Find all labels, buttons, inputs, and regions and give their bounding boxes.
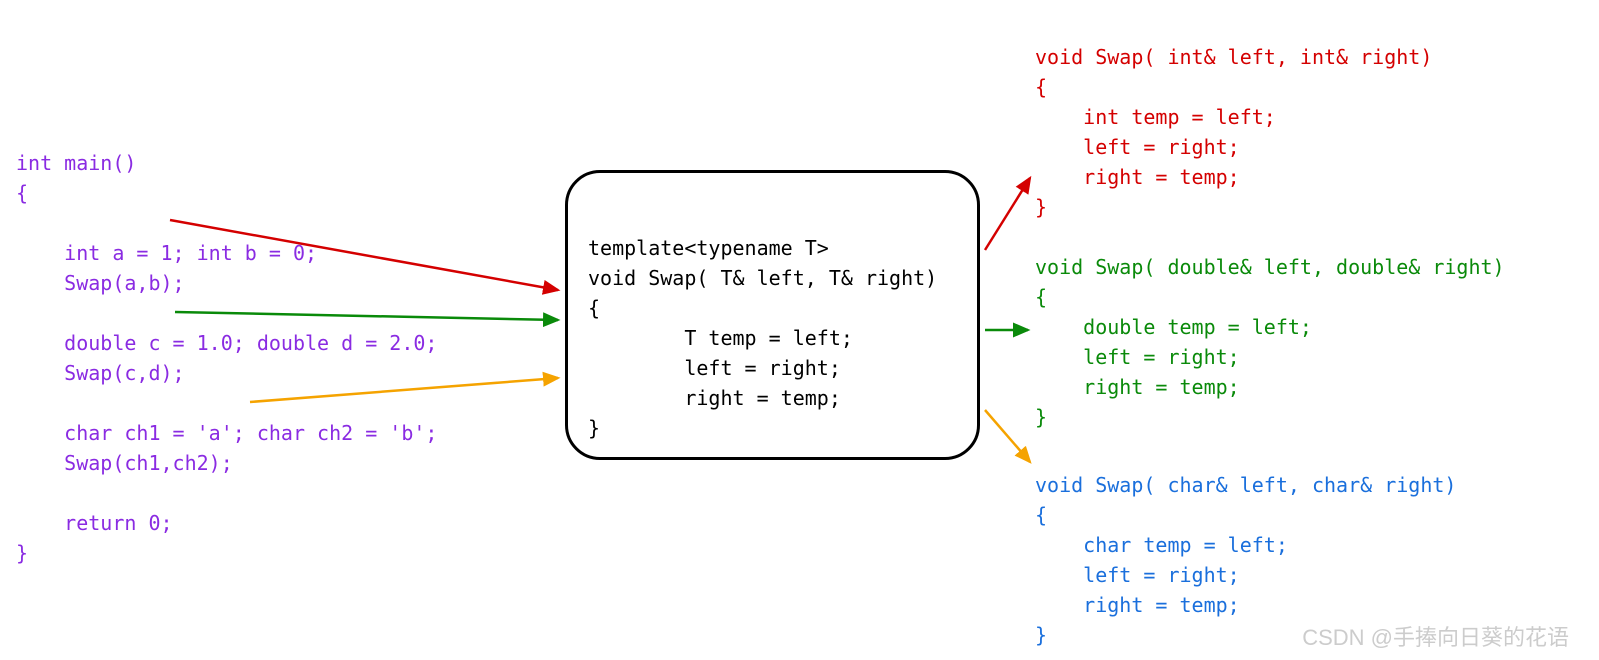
code-line: void Swap( double& left, double& right) [1035, 255, 1505, 279]
code-line: } [1035, 623, 1047, 647]
code-line: right = temp; [1035, 375, 1240, 399]
code-line: { [588, 296, 600, 320]
code-line: int main() [16, 151, 136, 175]
double-swap-code: void Swap( double& left, double& right) … [1035, 222, 1505, 432]
arrow-template-to-int [985, 178, 1030, 250]
code-line: { [1035, 75, 1047, 99]
code-line: Swap(a,b); [16, 271, 185, 295]
code-line: double temp = left; [1035, 315, 1312, 339]
code-line: void Swap( char& left, char& right) [1035, 473, 1456, 497]
template-code-block: template<typename T> void Swap( T& left,… [588, 203, 957, 443]
code-line: Swap(c,d); [16, 361, 185, 385]
diagram-root: { "main_code": { "l1": "int main()", "l2… [0, 0, 1599, 660]
code-line: { [1035, 285, 1047, 309]
int-swap-code: void Swap( int& left, int& right) { int … [1035, 12, 1432, 222]
main-code-block: int main() { int a = 1; int b = 0; Swap(… [16, 118, 437, 568]
code-line: int a = 1; int b = 0; [16, 241, 317, 265]
code-line: char temp = left; [1035, 533, 1288, 557]
code-line: double c = 1.0; double d = 2.0; [16, 331, 437, 355]
code-line: return 0; [16, 511, 173, 535]
code-line: right = temp; [588, 386, 841, 410]
code-line: int temp = left; [1035, 105, 1276, 129]
code-line: { [16, 181, 28, 205]
code-line: void Swap( T& left, T& right) [588, 266, 937, 290]
code-line: Swap(ch1,ch2); [16, 451, 233, 475]
code-line: } [1035, 405, 1047, 429]
code-line: template<typename T> [588, 236, 829, 260]
code-line: right = temp; [1035, 165, 1240, 189]
code-line: left = right; [1035, 135, 1240, 159]
arrow-template-to-char [985, 410, 1030, 462]
code-line: left = right; [1035, 345, 1240, 369]
code-line: T temp = left; [588, 326, 853, 350]
code-line: } [16, 541, 28, 565]
code-line: { [1035, 503, 1047, 527]
code-line: } [588, 416, 600, 440]
char-swap-code: void Swap( char& left, char& right) { ch… [1035, 440, 1456, 650]
code-line: left = right; [588, 356, 841, 380]
code-line: right = temp; [1035, 593, 1240, 617]
code-line: void Swap( int& left, int& right) [1035, 45, 1432, 69]
code-line: left = right; [1035, 563, 1240, 587]
template-box: template<typename T> void Swap( T& left,… [565, 170, 980, 460]
code-line: char ch1 = 'a'; char ch2 = 'b'; [16, 421, 437, 445]
watermark: CSDN @手捧向日葵的花语 [1302, 621, 1569, 654]
code-line: } [1035, 195, 1047, 219]
